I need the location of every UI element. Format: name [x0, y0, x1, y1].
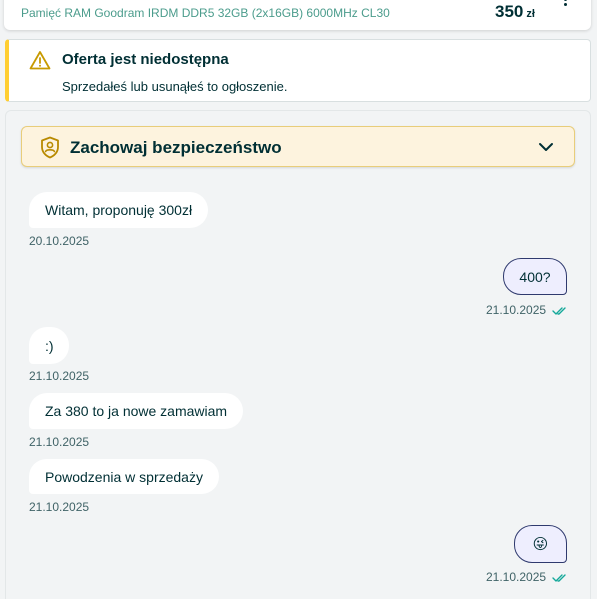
offer-card[interactable]: Pamięć RAM Goodram IRDM DDR5 32GB (2x16G… — [4, 0, 591, 30]
more-options-icon[interactable] — [557, 0, 573, 6]
message-text: Powodzenia w sprzedaży — [45, 468, 203, 485]
shield-user-icon — [41, 136, 59, 159]
message-date: 21.10.2025 — [486, 570, 547, 584]
message-bubble-incoming[interactable]: Powodzenia w sprzedaży — [29, 459, 219, 494]
message-bubble-incoming[interactable]: :) — [29, 327, 69, 364]
message-bubble-incoming[interactable]: Witam, proponuję 300zł — [29, 192, 209, 228]
message-date: 21.10.2025 — [486, 303, 547, 317]
read-receipt-icon — [552, 307, 566, 315]
safety-title: Zachowaj bezpieczeństwo — [70, 138, 282, 157]
read-receipt-icon — [552, 574, 566, 582]
notice-title: Oferta jest niedostępna — [62, 51, 229, 68]
message-text: Za 380 to ja nowe zamawiam — [45, 403, 228, 419]
warning-icon — [29, 51, 51, 70]
message-date: 21.10.2025 — [29, 369, 90, 383]
message-date: 21.10.2025 — [29, 500, 90, 514]
offer-price-currency: zł — [526, 8, 535, 20]
message-text: 400? — [519, 268, 551, 285]
offer-price-value: 350 — [495, 2, 524, 21]
offer-unavailable-notice: Oferta jest niedostępna Sprzedałeś lub u… — [5, 39, 591, 102]
message-bubble-outgoing[interactable]: 😜 — [514, 525, 567, 563]
message-text: :) — [45, 337, 54, 354]
message-text: 😜 — [532, 536, 549, 553]
message-date: 20.10.2025 — [29, 234, 90, 248]
safety-accordion[interactable]: Zachowaj bezpieczeństwo — [21, 126, 575, 167]
notice-text: Sprzedałeś lub usunąłeś to ogłoszenie. — [62, 79, 288, 94]
message-text: Witam, proponuję 300zł — [45, 202, 193, 218]
offer-price: 350 zł — [495, 2, 535, 22]
message-bubble-incoming[interactable]: Za 380 to ja nowe zamawiam — [29, 393, 244, 429]
message-bubble-outgoing[interactable]: 400? — [503, 258, 567, 295]
chevron-down-icon[interactable] — [538, 140, 554, 154]
offer-title[interactable]: Pamięć RAM Goodram IRDM DDR5 32GB (2x16G… — [21, 6, 390, 20]
chat-panel — [5, 110, 591, 599]
message-date: 21.10.2025 — [29, 435, 90, 449]
